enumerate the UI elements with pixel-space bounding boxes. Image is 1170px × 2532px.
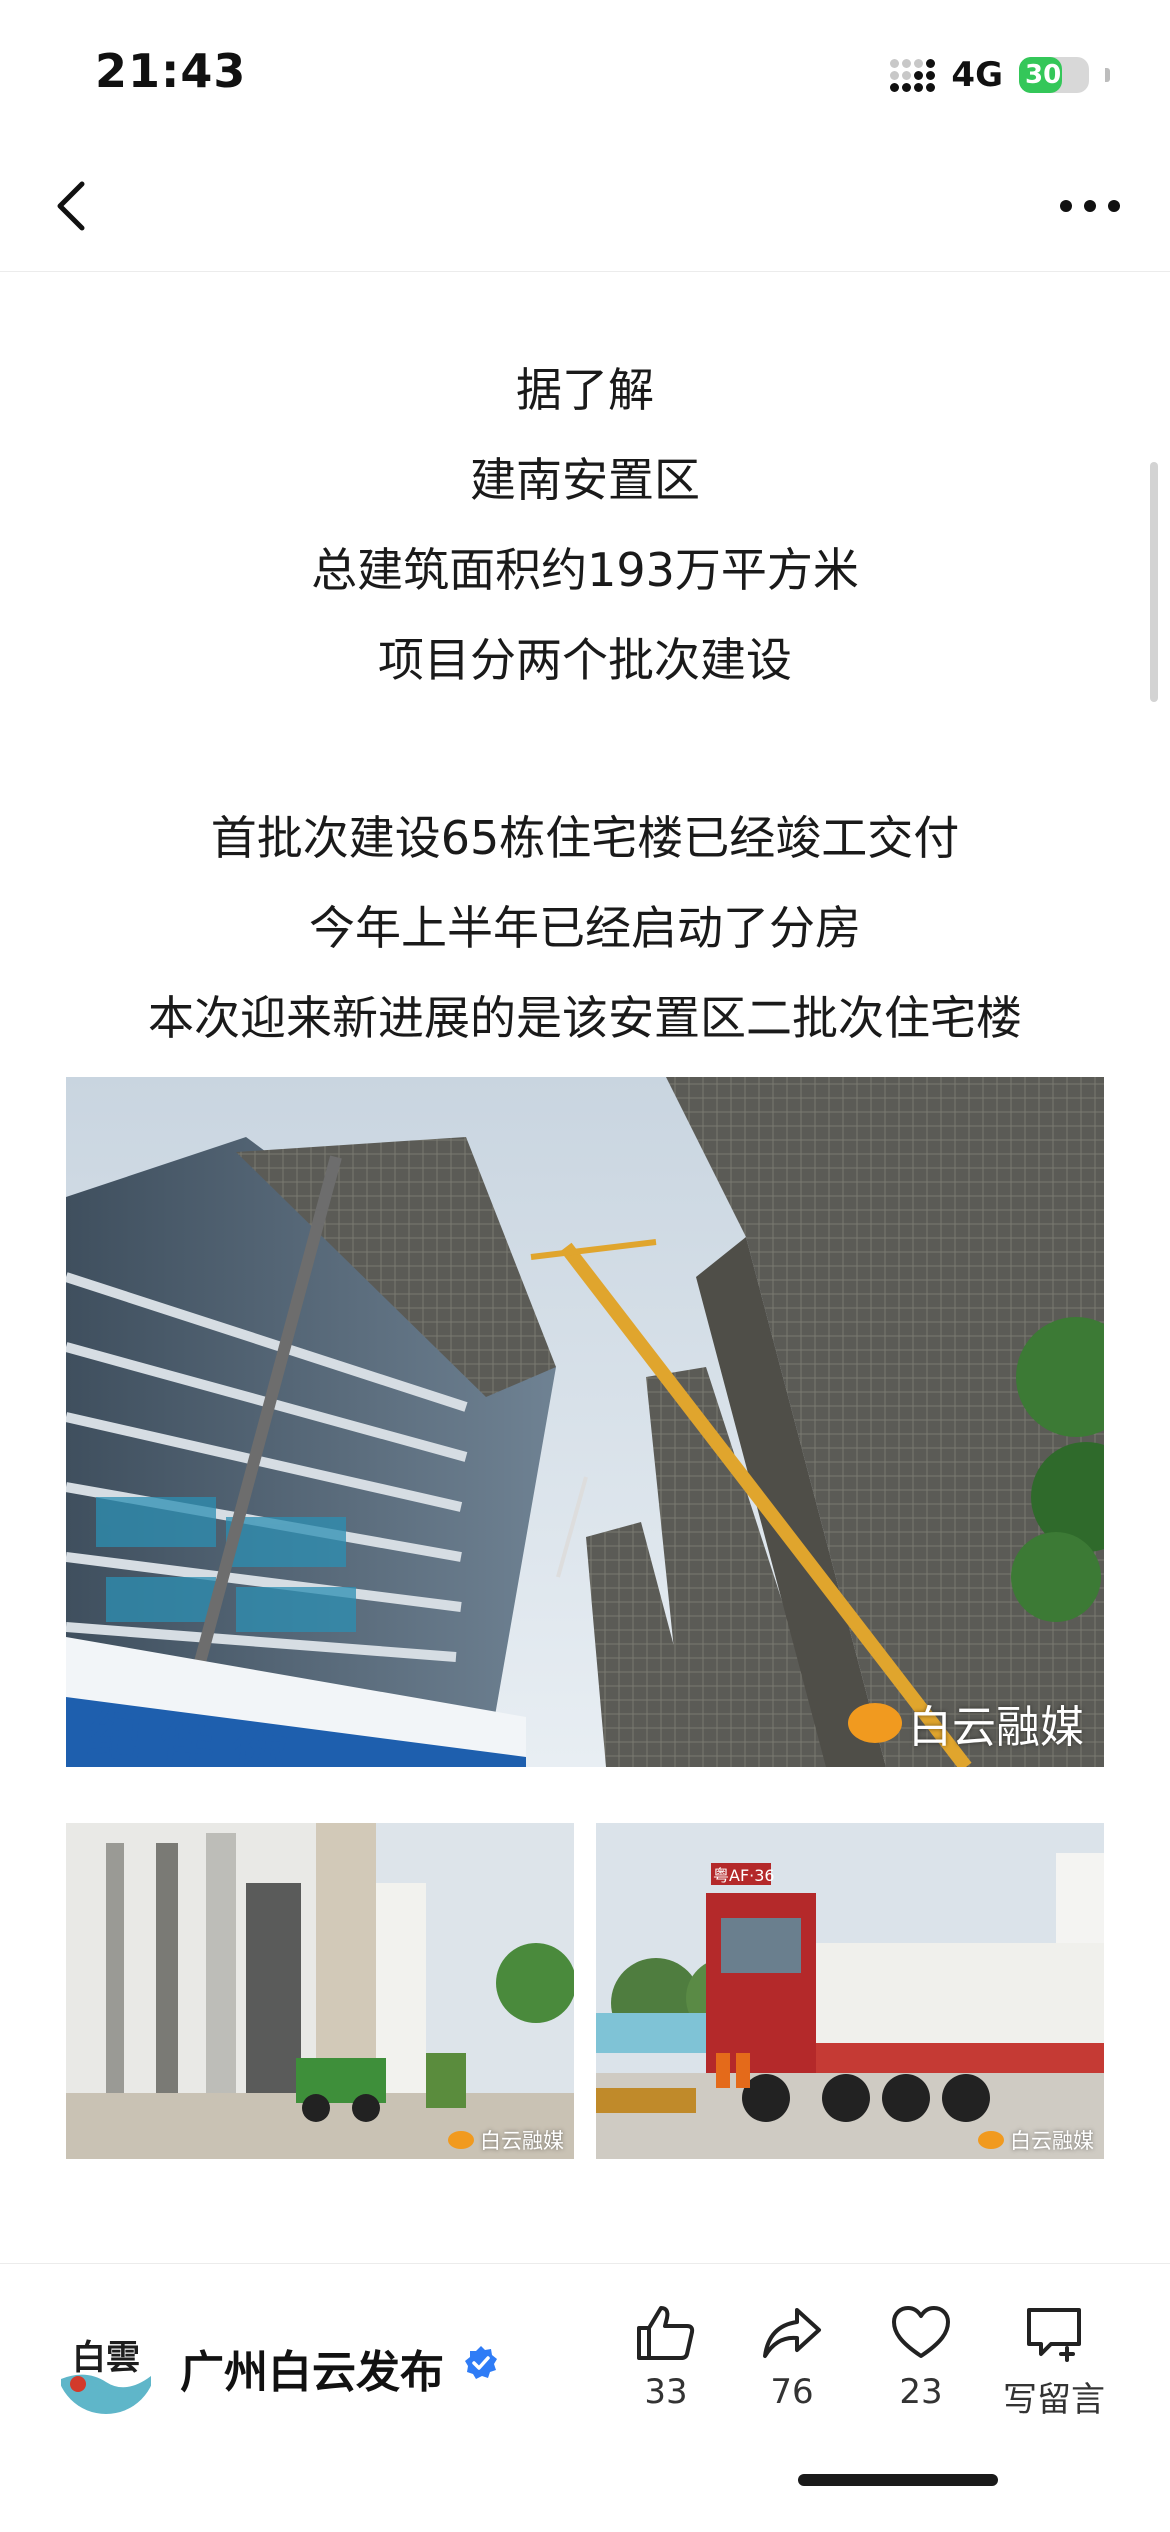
verified-badge-icon [465, 2346, 497, 2379]
heart-icon [892, 2306, 950, 2358]
article-intro: 据了解 建南安置区 总建筑面积约193万平方米 项目分两个批次建设 [0, 345, 1170, 705]
article-line: 本次迎来新进展的是该安置区二批次住宅楼 [148, 991, 1022, 1045]
status-bar: 21:43 4G 30 [0, 0, 1170, 140]
truck-plate: 粤AF·36 [713, 1866, 775, 1885]
site-photo-building[interactable]: 白云融媒 [66, 1823, 574, 2159]
favorite-button[interactable]: 23 [866, 2304, 976, 2412]
article-line: 建南安置区 [470, 453, 700, 507]
watermark: 白云融媒 [448, 2125, 564, 2155]
account-avatar[interactable]: 白雲 [56, 2314, 156, 2414]
status-time: 21:43 [95, 44, 247, 98]
status-icons: 4G 30 [890, 50, 1110, 100]
watermark: 白云融媒 [848, 1691, 1084, 1755]
article-line: 项目分两个批次建设 [378, 633, 792, 687]
like-button[interactable]: 33 [611, 2304, 721, 2412]
home-indicator[interactable] [798, 2474, 998, 2486]
article-line: 总建筑面积约193万平方米 [311, 543, 859, 597]
watermark: 白云融媒 [978, 2125, 1094, 2155]
share-button[interactable]: 76 [737, 2304, 847, 2412]
thumbs-up-icon [637, 2306, 695, 2360]
network-type: 4G [951, 55, 1003, 95]
favorite-count: 23 [899, 2372, 943, 2412]
comment-label: 写留言 [1003, 2380, 1105, 2420]
article-progress: 首批次建设65栋住宅楼已经竣工交付 今年上半年已经启动了分房 本次迎来新进展的是… [0, 793, 1170, 1063]
bottom-action-bar: 白雲 广州白云发布 33 76 23 写留言 [0, 2263, 1170, 2532]
article-line: 据了解 [516, 363, 654, 417]
share-arrow-icon [763, 2308, 821, 2358]
article-line: 今年上半年已经启动了分房 [309, 901, 861, 955]
write-comment-button[interactable]: 写留言 [994, 2304, 1114, 2421]
battery-icon: 30 [1019, 57, 1089, 93]
like-count: 33 [644, 2372, 688, 2412]
back-chevron-icon[interactable] [44, 176, 104, 236]
avatar-text: 白雲 [72, 2338, 140, 2378]
battery-level: 30 [1025, 60, 1062, 90]
signal-icon [890, 58, 936, 92]
battery-cap [1105, 68, 1110, 82]
article-line: 首批次建设65栋住宅楼已经竣工交付 [210, 811, 960, 865]
main-construction-photo[interactable]: 纪 伴 你 白云融媒 [66, 1077, 1104, 1767]
more-horizontal-icon[interactable] [1052, 176, 1128, 236]
top-nav [0, 140, 1170, 272]
account-name[interactable]: 广州白云发布 [180, 2336, 444, 2400]
share-count: 76 [770, 2372, 814, 2412]
comment-add-icon [1027, 2308, 1081, 2362]
site-photo-truck[interactable]: 粤AF·36 白云融媒 [596, 1823, 1104, 2159]
